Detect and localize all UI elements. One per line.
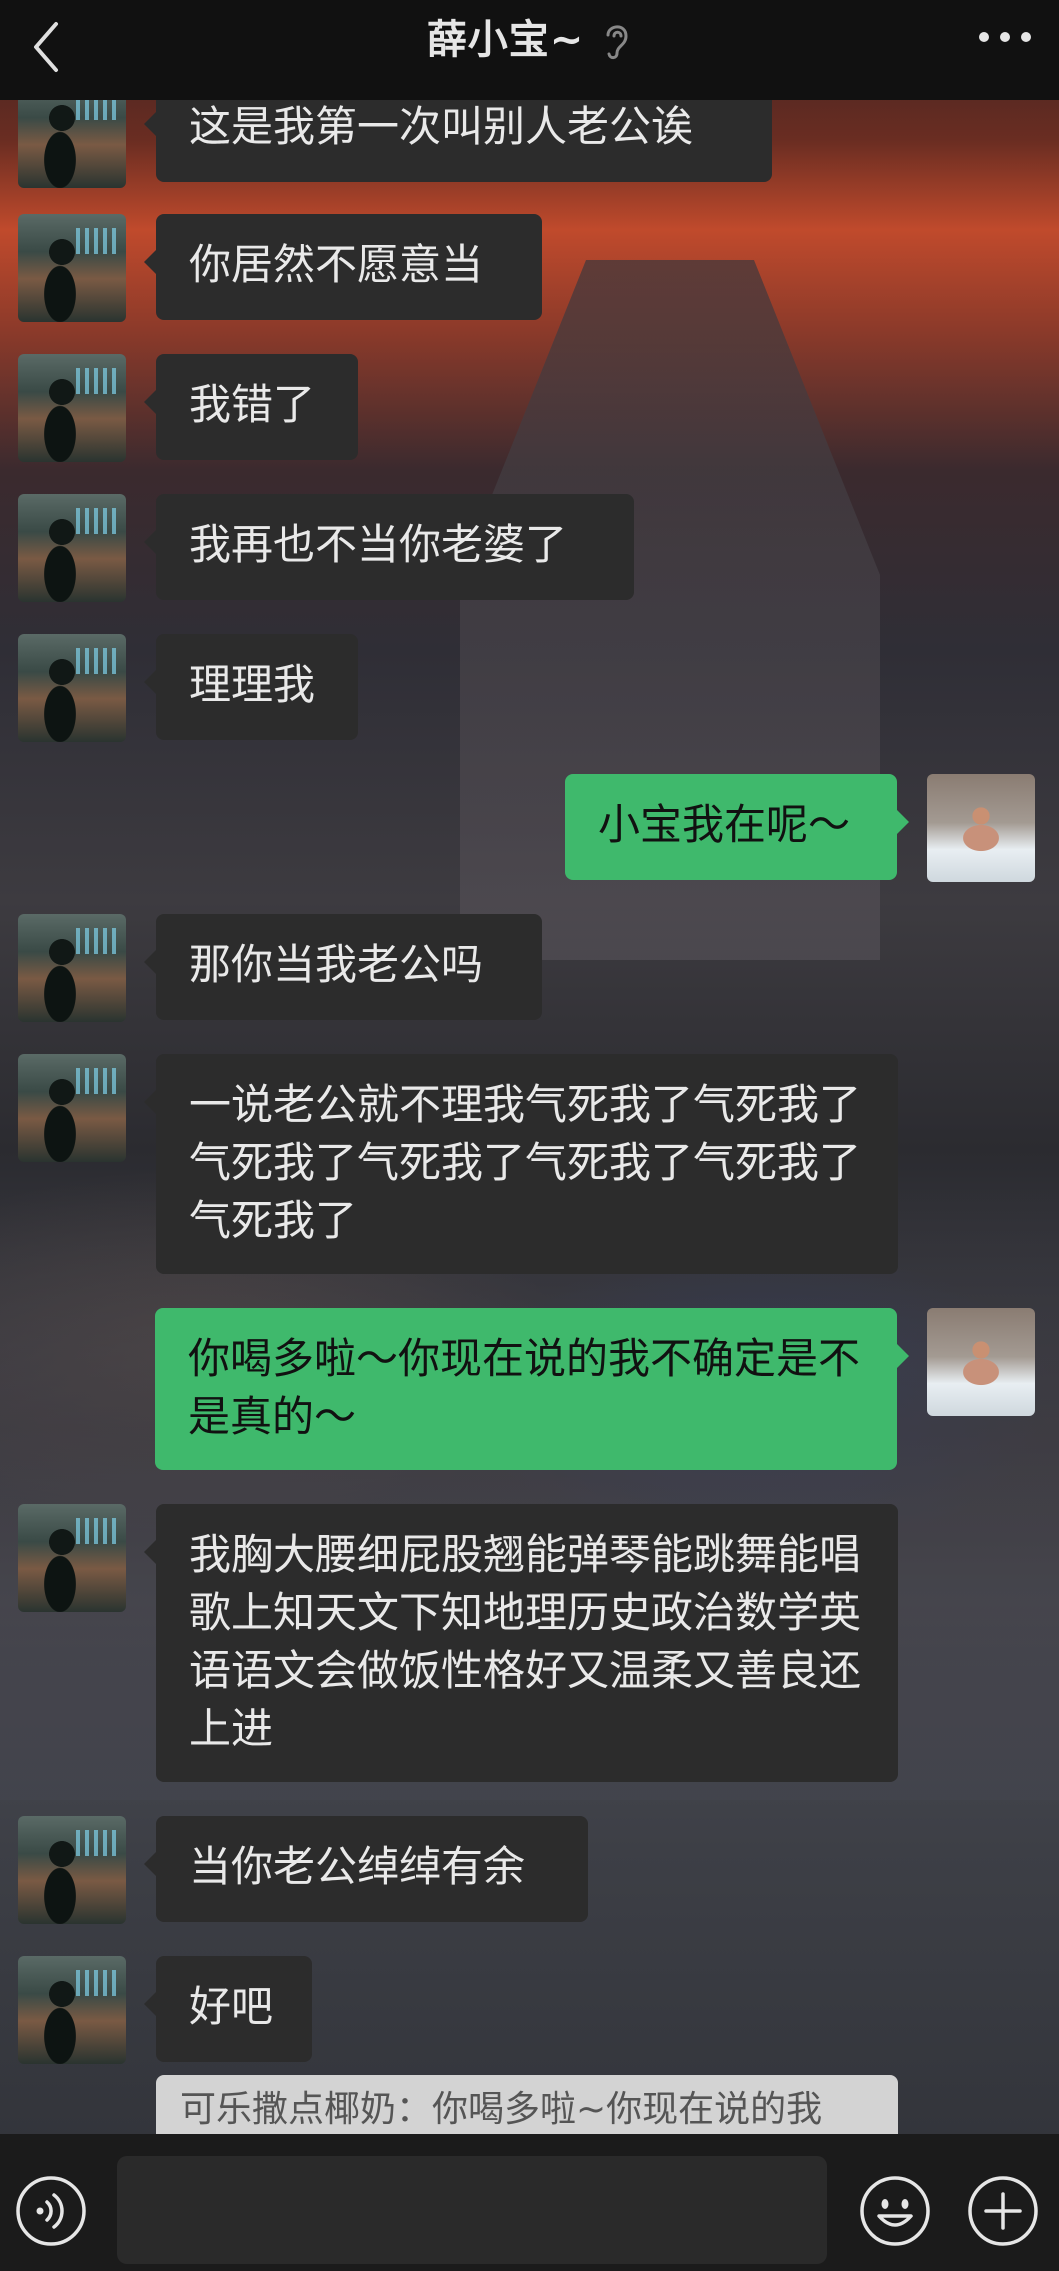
contact-avatar[interactable]: [18, 1816, 126, 1924]
contact-avatar[interactable]: [18, 214, 126, 322]
user-avatar[interactable]: [927, 774, 1035, 882]
message-bubble[interactable]: 那你当我老公吗: [144, 914, 542, 1020]
message-bubble[interactable]: 小宝我在呢～: [565, 774, 909, 880]
plus-icon[interactable]: [966, 2174, 1040, 2248]
contact-avatar[interactable]: [18, 634, 126, 742]
quoted-reply-preview[interactable]: 可乐撒点椰奶：你喝多啦~你现在说的我: [156, 2075, 898, 2134]
message-bubble[interactable]: 这是我第一次叫别人老公诶: [144, 100, 772, 182]
emoji-icon[interactable]: [858, 2174, 932, 2248]
chat-title-wrap: 薛小宝~: [0, 10, 1059, 70]
message-bubble[interactable]: 我再也不当你老婆了: [144, 494, 634, 600]
user-avatar[interactable]: [927, 1308, 1035, 1416]
input-bar: [0, 2134, 1059, 2271]
contact-avatar[interactable]: [18, 494, 126, 602]
message-bubble[interactable]: 你喝多啦～你现在说的我不确定是不是真的～: [155, 1308, 909, 1470]
ellipsis-icon[interactable]: [977, 30, 1033, 44]
contact-avatar[interactable]: [18, 100, 126, 188]
contact-avatar[interactable]: [18, 1504, 126, 1612]
message-bubble[interactable]: 理理我: [144, 634, 358, 740]
message-bubble[interactable]: 当你老公绰绰有余: [144, 1816, 588, 1922]
contact-avatar[interactable]: [18, 914, 126, 1022]
message-bubble[interactable]: 一说老公就不理我气死我了气死我了气死我了气死我了气死我了气死我了气死我了: [144, 1054, 898, 1274]
contact-avatar[interactable]: [18, 1956, 126, 2064]
contact-avatar[interactable]: [18, 354, 126, 462]
chat-header: 薛小宝~: [0, 0, 1059, 100]
message-list[interactable]: 这是我第一次叫别人老公诶 你居然不愿意当 我错了 我再也不当你老婆了 理理我 小…: [0, 100, 1059, 2134]
voice-icon[interactable]: [14, 2174, 88, 2248]
message-bubble[interactable]: 我胸大腰细屁股翘能弹琴能跳舞能唱歌上知天文下知地理历史政治数学英语语文会做饭性格…: [144, 1504, 898, 1782]
contact-avatar[interactable]: [18, 1054, 126, 1162]
message-bubble[interactable]: 你居然不愿意当: [144, 214, 542, 320]
message-bubble[interactable]: 我错了: [144, 354, 358, 460]
message-input[interactable]: [117, 2156, 827, 2264]
message-bubble[interactable]: 好吧: [144, 1956, 312, 2062]
ear-icon: [606, 25, 628, 60]
chat-title: 薛小宝~: [426, 17, 585, 63]
